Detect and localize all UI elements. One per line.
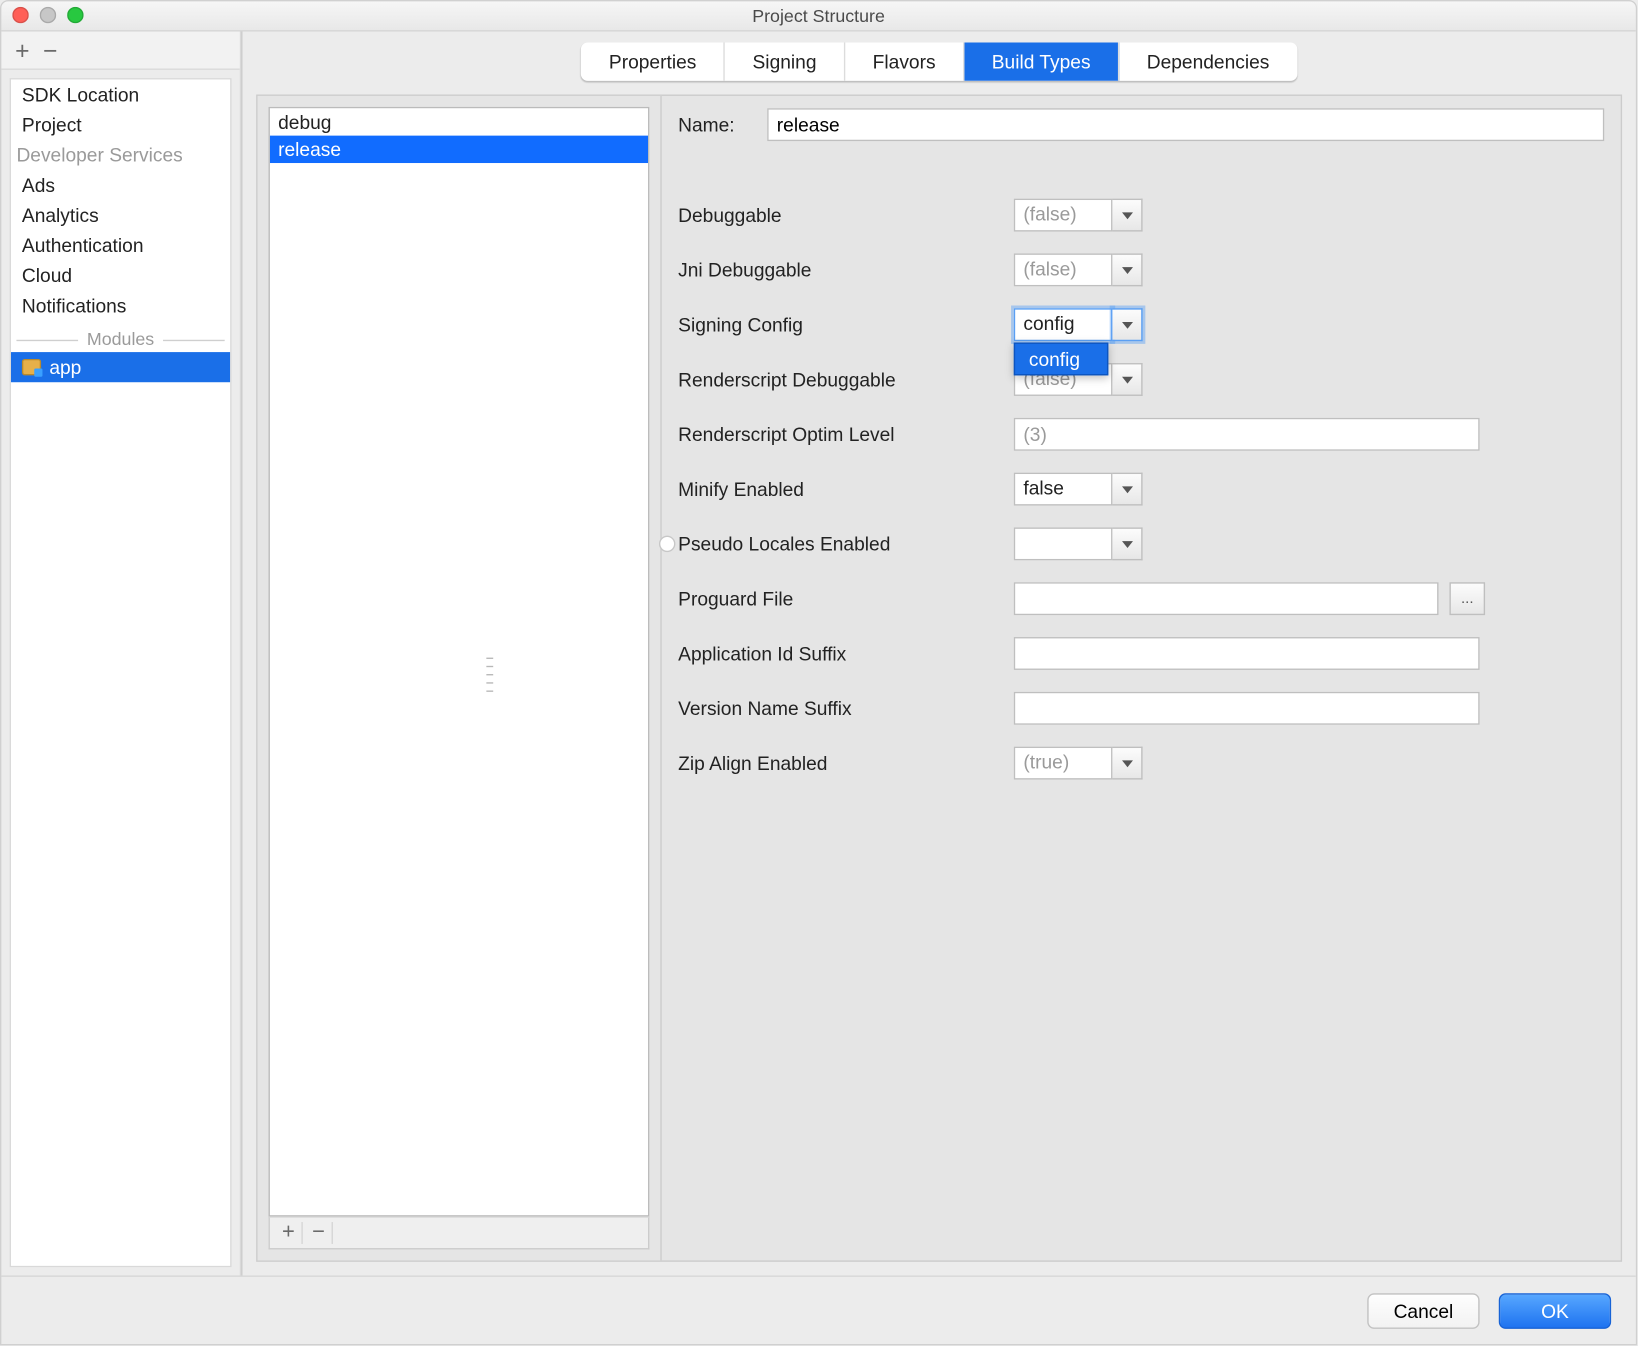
pseudo-locales-value[interactable]: [1014, 527, 1113, 560]
chevron-down-icon: [1121, 376, 1132, 383]
minify-combo[interactable]: false: [1014, 473, 1143, 506]
version-name-suffix-field[interactable]: [1014, 692, 1480, 725]
chevron-down-icon: [1121, 760, 1132, 767]
cancel-button[interactable]: Cancel: [1367, 1293, 1479, 1329]
debuggable-value[interactable]: (false): [1014, 199, 1113, 232]
sidebar-item-analytics[interactable]: Analytics: [11, 200, 230, 230]
sidebar-header-developer-services: Developer Services: [11, 140, 230, 170]
sidebar-section-modules: Modules: [11, 329, 230, 350]
module-sidebar: + − SDK Location Project Developer Servi…: [1, 32, 241, 1276]
minify-dropdown-button[interactable]: [1112, 473, 1142, 506]
titlebar: Project Structure: [1, 1, 1635, 31]
sidebar-item-authentication[interactable]: Authentication: [11, 230, 230, 260]
sidebar-module-app[interactable]: app: [11, 352, 230, 382]
editor-panel: debug release + − Name:: [256, 95, 1622, 1262]
tab-flavors[interactable]: Flavors: [845, 42, 964, 80]
pseudo-locales-dropdown-button[interactable]: [1112, 527, 1142, 560]
content-area: Properties Signing Flavors Build Types D…: [241, 32, 1636, 1276]
pseudo-locales-combo[interactable]: [1014, 527, 1143, 560]
zip-align-value[interactable]: (true): [1014, 747, 1113, 780]
signing-config-value[interactable]: config: [1014, 308, 1113, 341]
jni-debuggable-value[interactable]: (false): [1014, 253, 1113, 286]
minify-value[interactable]: false: [1014, 473, 1113, 506]
project-structure-window: Project Structure + − SDK Location Proje…: [0, 0, 1637, 1345]
zip-align-combo[interactable]: (true): [1014, 747, 1143, 780]
build-types-remove-button[interactable]: −: [306, 1222, 333, 1244]
chevron-down-icon: [1121, 266, 1132, 273]
debuggable-label: Debuggable: [678, 204, 1014, 226]
sidebar-item-project[interactable]: Project: [11, 110, 230, 140]
sidebar-item-sdk-location[interactable]: SDK Location: [11, 79, 230, 109]
ok-button[interactable]: OK: [1499, 1293, 1611, 1329]
rs-optim-label: Renderscript Optim Level: [678, 423, 1014, 445]
zip-align-label: Zip Align Enabled: [678, 752, 1014, 774]
chevron-down-icon: [1121, 540, 1132, 547]
minimize-icon[interactable]: [40, 7, 56, 23]
build-type-debug[interactable]: debug: [270, 108, 648, 135]
signing-config-dropdown-button[interactable]: [1112, 308, 1142, 341]
name-field[interactable]: [767, 108, 1604, 141]
module-icon: [22, 359, 41, 375]
signing-config-dropdown-option[interactable]: config: [1014, 343, 1109, 376]
rs-debuggable-dropdown-button[interactable]: [1112, 363, 1142, 396]
jni-debuggable-combo[interactable]: (false): [1014, 253, 1143, 286]
chevron-down-icon: [1121, 321, 1132, 328]
jni-debuggable-dropdown-button[interactable]: [1112, 253, 1142, 286]
build-type-form: Name: Debuggable (false) Jni Debuggable: [662, 96, 1621, 1261]
chevron-down-icon: [1121, 486, 1132, 493]
rs-optim-field[interactable]: [1014, 418, 1480, 451]
splitter-handle[interactable]: [486, 653, 493, 694]
signing-config-combo[interactable]: config: [1014, 308, 1143, 341]
zoom-icon[interactable]: [67, 7, 83, 23]
sidebar-add-button[interactable]: +: [15, 38, 29, 63]
name-label: Name:: [678, 114, 767, 136]
proguard-field[interactable]: [1014, 582, 1439, 615]
radio-indicator-icon: [659, 536, 675, 552]
debuggable-combo[interactable]: (false): [1014, 199, 1143, 232]
build-types-list[interactable]: debug release: [269, 107, 650, 1217]
build-types-toolbar: + −: [269, 1217, 650, 1250]
signing-config-label: Signing Config: [678, 314, 1014, 336]
minify-label: Minify Enabled: [678, 478, 1014, 500]
tab-dependencies[interactable]: Dependencies: [1119, 42, 1296, 80]
proguard-label: Proguard File: [678, 588, 1014, 610]
zip-align-dropdown-button[interactable]: [1112, 747, 1142, 780]
app-id-suffix-field[interactable]: [1014, 637, 1480, 670]
debuggable-dropdown-button[interactable]: [1112, 199, 1142, 232]
pseudo-locales-label: Pseudo Locales Enabled: [678, 533, 1014, 555]
sidebar-item-notifications[interactable]: Notifications: [11, 290, 230, 320]
jni-debuggable-label: Jni Debuggable: [678, 259, 1014, 281]
close-icon[interactable]: [12, 7, 28, 23]
sidebar-item-cloud[interactable]: Cloud: [11, 260, 230, 290]
chevron-down-icon: [1121, 212, 1132, 219]
sidebar-module-label: app: [49, 356, 81, 378]
app-id-suffix-label: Application Id Suffix: [678, 643, 1014, 665]
sidebar-item-ads[interactable]: Ads: [11, 170, 230, 200]
tab-properties[interactable]: Properties: [582, 42, 726, 80]
sidebar-toolbar: + −: [1, 32, 239, 70]
rs-debuggable-label: Renderscript Debuggable: [678, 369, 1014, 391]
tab-build-types[interactable]: Build Types: [964, 42, 1119, 80]
tabs-row: Properties Signing Flavors Build Types D…: [242, 32, 1635, 95]
window-title: Project Structure: [752, 5, 885, 26]
traffic-lights: [12, 7, 83, 23]
build-types-list-panel: debug release + −: [258, 96, 662, 1261]
sidebar-remove-button[interactable]: −: [43, 38, 57, 63]
tab-signing[interactable]: Signing: [725, 42, 845, 80]
proguard-browse-button[interactable]: ...: [1449, 582, 1485, 615]
sidebar-panel: SDK Location Project Developer Services …: [10, 78, 232, 1267]
build-types-add-button[interactable]: +: [275, 1222, 302, 1244]
build-type-release[interactable]: release: [270, 136, 648, 163]
dialog-footer: Cancel OK: [1, 1275, 1635, 1344]
version-name-suffix-label: Version Name Suffix: [678, 697, 1014, 719]
tab-bar: Properties Signing Flavors Build Types D…: [582, 42, 1297, 80]
